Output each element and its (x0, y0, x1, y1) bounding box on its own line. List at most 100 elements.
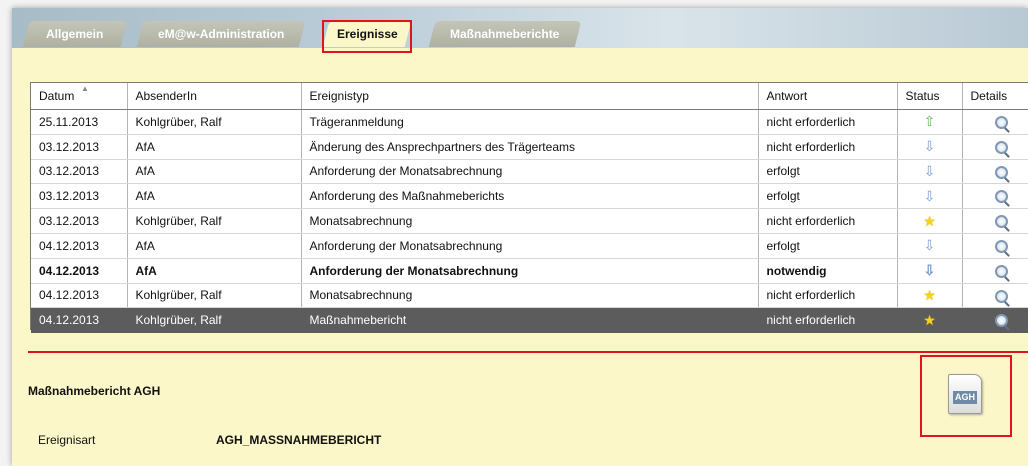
cell-status: ⇩ (897, 134, 963, 160)
cell-absender: AfA (127, 159, 302, 185)
cell-ereignistyp: Änderung des Ansprechpartners des Träger… (301, 134, 759, 160)
cell-details (962, 307, 1028, 334)
table-row[interactable]: 25.11.2013 Kohlgrüber, Ralf Trägeranmeldun… (31, 109, 1028, 135)
cell-absender: Kohlgrüber, Ralf (127, 208, 302, 234)
cell-status: ★ (897, 307, 963, 334)
cell-ereignistyp: Anforderung der Monatsabrechnung (301, 159, 759, 185)
table-row[interactable]: 04.12.2013 AfA Anforderung der Monatsabrec… (31, 233, 1028, 259)
magnifier-icon[interactable] (995, 215, 1008, 229)
cell-datum: 04.12.2013 (31, 307, 128, 334)
table-row[interactable]: 04.12.2013 AfA Anforderung der Monatsabrec… (31, 258, 1028, 284)
cell-details (962, 208, 1028, 234)
arrow-down-icon: ⇩ (923, 162, 936, 179)
field-value-ereignisart: AGH_MASSNAHMEBERICHT (216, 433, 382, 447)
cell-ereignistyp: Monatsabrechnung (301, 208, 759, 234)
cell-details (962, 283, 1028, 309)
cell-antwort: notwendig (758, 258, 898, 284)
cell-antwort: nicht erforderlich (758, 208, 898, 234)
magnifier-icon[interactable] (995, 165, 1008, 179)
table-row[interactable]: 04.12.2013 Kohlgrüber, Ralf Monatsabrechnu… (31, 283, 1028, 309)
cell-datum: 04.12.2013 (31, 258, 128, 284)
arrow-up-icon: ⇧ (923, 113, 936, 130)
section-divider (28, 351, 1028, 353)
cell-status: ★ (897, 283, 963, 309)
cell-status: ⇩ (897, 233, 963, 259)
tab-allgemein[interactable]: Allgemein (22, 21, 128, 47)
cell-details (962, 183, 1028, 210)
cell-datum: 25.11.2013 (31, 109, 128, 135)
star-icon: ★ (923, 212, 936, 229)
magnifier-icon[interactable] (995, 190, 1008, 204)
cell-ereignistyp: Anforderung des Maßnahmeberichts (301, 183, 759, 210)
column-header-ereignistyp[interactable]: Ereignistyp (301, 83, 759, 110)
cell-antwort: nicht erforderlich (758, 134, 898, 160)
tab-label: Allgemein (46, 27, 104, 41)
cell-absender: Kohlgrüber, Ralf (127, 283, 302, 309)
column-header-datum[interactable]: Datum ▲ (31, 83, 128, 110)
magnifier-icon[interactable] (995, 140, 1008, 154)
cell-antwort: erfolgt (758, 233, 898, 259)
column-header-status[interactable]: Status (897, 83, 963, 110)
tab-bar: Allgemein eM@w-Administration Ereignisse… (12, 8, 1028, 48)
cell-status: ⇩ (897, 159, 963, 185)
cell-details (962, 233, 1028, 259)
cell-ereignistyp: Anforderung der Monatsabrechnung (301, 258, 759, 284)
cell-ereignistyp: Monatsabrechnung (301, 283, 759, 309)
arrow-down-icon: ⇩ (923, 138, 936, 155)
cell-absender: AfA (127, 233, 302, 259)
cell-antwort: erfolgt (758, 159, 898, 185)
column-header-absender[interactable]: AbsenderIn (127, 83, 302, 110)
cell-ereignistyp: Anforderung der Monatsabrechnung (301, 233, 759, 259)
cell-datum: 03.12.2013 (31, 134, 128, 160)
cell-status: ★ (897, 208, 963, 234)
cell-datum: 03.12.2013 (31, 183, 128, 210)
app-frame: Allgemein eM@w-Administration Ereignisse… (12, 8, 1028, 466)
cell-status: ⇧ (897, 109, 963, 135)
cell-details (962, 134, 1028, 160)
field-label-ereignisart: Ereignisart (38, 433, 96, 447)
column-header-antwort[interactable]: Antwort (758, 83, 898, 110)
agh-document-label: AGH (953, 391, 977, 404)
column-header-details[interactable]: Details (962, 83, 1028, 110)
star-icon: ★ (923, 286, 936, 303)
tab-label: Maßnahmeberichte (450, 27, 560, 41)
table-row[interactable]: 03.12.2013 AfA Anforderung des Maßnahmeber… (31, 183, 1028, 210)
agh-document-icon[interactable]: AGH (948, 374, 982, 414)
table-row[interactable]: 03.12.2013 AfA Anforderung der Monatsabrec… (31, 159, 1028, 185)
cell-absender: AfA (127, 134, 302, 160)
cell-absender: AfA (127, 258, 302, 284)
cell-datum: 03.12.2013 (31, 208, 128, 234)
tab-label: eM@w-Administration (157, 27, 285, 41)
cell-details (962, 258, 1028, 284)
cell-status: ⇩ (897, 258, 963, 284)
table-row[interactable]: 04.12.2013 Kohlgrüber, Ralf Maßnahmeberich… (31, 307, 1028, 334)
magnifier-icon[interactable] (995, 264, 1008, 278)
cell-status: ⇩ (897, 183, 963, 210)
star-icon: ★ (923, 311, 936, 328)
detail-title: Maßnahmebericht AGH (28, 384, 161, 398)
cell-details (962, 159, 1028, 185)
cell-datum: 04.12.2013 (31, 283, 128, 309)
magnifier-icon[interactable] (995, 116, 1008, 130)
table-row[interactable]: 03.12.2013 AfA Änderung des Ansprechpartne… (31, 134, 1028, 160)
cell-antwort: erfolgt (758, 183, 898, 210)
magnifier-icon[interactable] (995, 314, 1008, 328)
cell-antwort: nicht erforderlich (758, 307, 898, 334)
table-row[interactable]: 03.12.2013 Kohlgrüber, Ralf Monatsabrechnu… (31, 208, 1028, 234)
cell-datum: 04.12.2013 (31, 233, 128, 259)
magnifier-icon[interactable] (995, 240, 1008, 254)
cell-absender: Kohlgrüber, Ralf (127, 109, 302, 135)
sort-ascending-icon: ▲ (81, 84, 89, 93)
cell-absender: AfA (127, 183, 302, 210)
cell-antwort: nicht erforderlich (758, 283, 898, 309)
magnifier-icon[interactable] (995, 289, 1008, 303)
tab-em-w-administration[interactable]: eM@w-Administration (136, 21, 306, 47)
cell-datum: 03.12.2013 (31, 159, 128, 185)
cell-ereignistyp: Trägeranmeldung (301, 109, 759, 135)
events-table: Datum ▲ AbsenderIn Ereignistyp Antwort St… (31, 83, 1028, 334)
tab-massnahmeberichte[interactable]: Maßnahmeberichte (428, 21, 582, 47)
events-table-container: Datum ▲ AbsenderIn Ereignistyp Antwort St… (30, 82, 1028, 334)
table-header-row: Datum ▲ AbsenderIn Ereignistyp Antwort St… (31, 83, 1028, 110)
cell-antwort: nicht erforderlich (758, 109, 898, 135)
cell-details (962, 109, 1028, 135)
